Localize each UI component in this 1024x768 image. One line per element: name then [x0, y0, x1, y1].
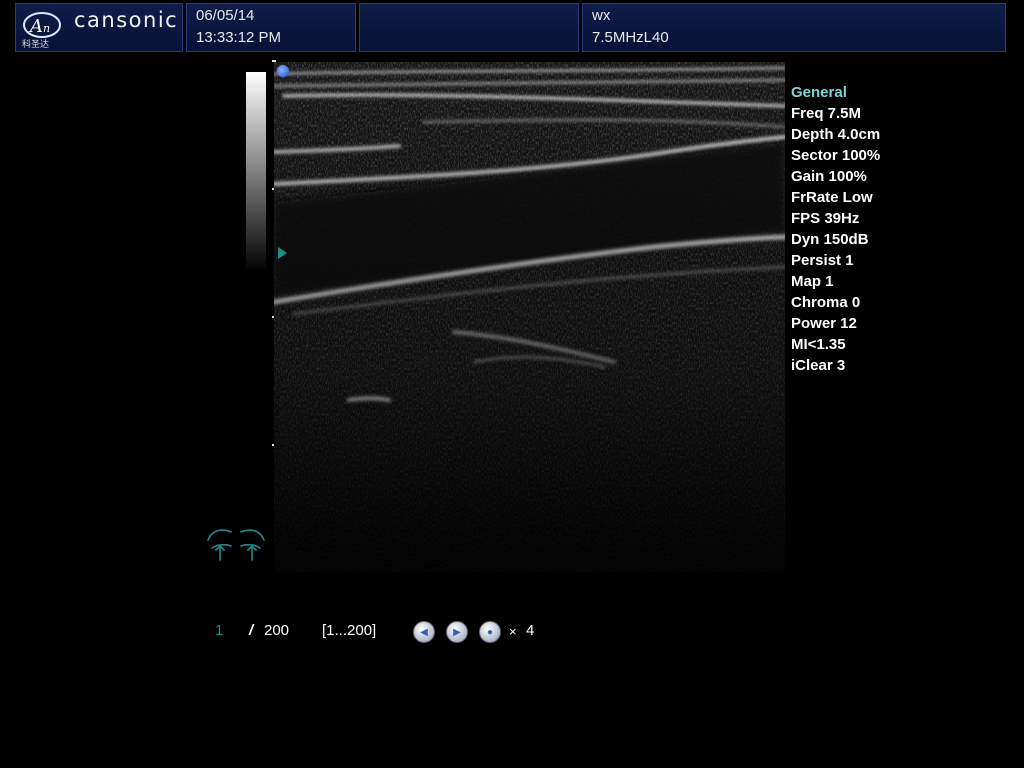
previous-frame-icon: ◀ — [420, 626, 428, 638]
param-section-title: General — [791, 84, 847, 101]
ultrasound-image[interactable] — [274, 62, 785, 572]
param-gain: Gain 100% — [791, 168, 867, 185]
cine-current-frame: 1 — [215, 622, 224, 639]
cine-play-button[interactable]: ▶ — [446, 621, 468, 643]
param-freq: Freq 7.5M — [791, 105, 862, 122]
param-mi: MI<1.35 — [791, 336, 846, 353]
patient-probe-panel: wx 7.5MHzL40 — [582, 3, 1006, 52]
cine-total-frames: 200 — [264, 622, 290, 639]
param-iclear: iClear 3 — [791, 357, 846, 374]
param-chroma: Chroma 0 — [791, 294, 861, 311]
probe-info: 7.5MHzL40 — [592, 29, 669, 46]
breast-body-mark-icon[interactable] — [204, 526, 268, 566]
exam-date: 06/05/14 — [196, 7, 255, 24]
param-depth: Depth 4.0cm — [791, 126, 881, 143]
param-sector: Sector 100% — [791, 147, 881, 164]
cine-previous-button[interactable]: ◀ — [413, 621, 435, 643]
focus-marker-icon[interactable] — [278, 247, 287, 259]
cine-frame-range: [1...200] — [322, 622, 377, 639]
exam-time: 13:33:12 PM — [196, 29, 282, 46]
param-map: Map 1 — [791, 273, 834, 290]
cine-speed-button[interactable]: ● — [479, 621, 501, 643]
grayscale-bar — [246, 72, 266, 272]
datetime-panel: 06/05/14 13:33:12 PM — [186, 3, 356, 52]
svg-text:A: A — [28, 16, 43, 37]
param-frrate: FrRate Low — [791, 189, 873, 206]
param-fps: FPS 39Hz — [791, 210, 860, 227]
parameter-panel: General Freq 7.5M Depth 4.0cm Sector 100… — [791, 82, 991, 376]
cine-frame-separator: / — [249, 622, 254, 639]
play-icon: ▶ — [453, 626, 461, 638]
patient-name: wx — [592, 7, 611, 24]
param-power: Power 12 — [791, 315, 857, 332]
cine-speed-prefix: × — [509, 624, 517, 639]
cine-speed-value: 4 — [526, 622, 535, 639]
hospital-panel — [359, 3, 579, 52]
speed-icon: ● — [486, 626, 494, 638]
logo-caption: 科圣达 — [22, 39, 50, 49]
param-persist: Persist 1 — [791, 252, 854, 269]
logo-panel: A n 科圣达 cansonic — [15, 3, 183, 52]
param-dyn: Dyn 150dB — [791, 231, 869, 248]
svg-text:n: n — [43, 22, 50, 35]
orientation-dot-icon — [277, 65, 289, 77]
brand-name: cansonic — [74, 8, 179, 32]
